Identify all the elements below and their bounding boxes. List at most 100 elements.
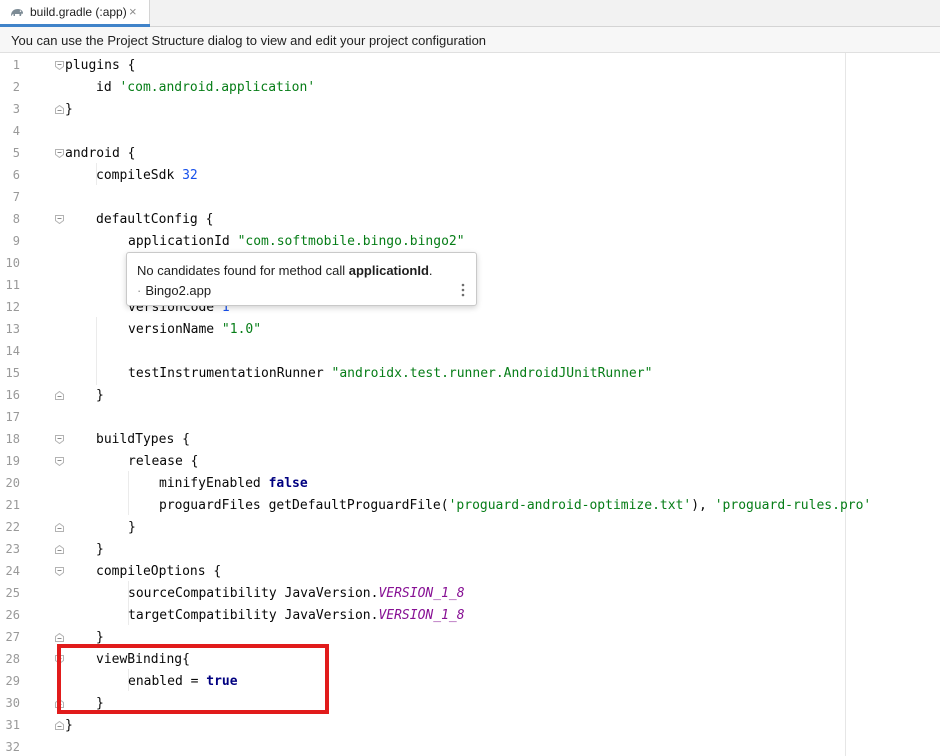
close-icon[interactable]: ×: [129, 4, 137, 20]
fold-end-icon[interactable]: [55, 523, 64, 532]
code-text[interactable]: }: [96, 387, 104, 404]
line-number[interactable]: 4: [0, 124, 20, 138]
tooltip-location[interactable]: · Bingo2.app: [137, 283, 211, 298]
code-line[interactable]: 2 id 'com.android.application': [0, 77, 940, 99]
code-line[interactable]: 7: [0, 187, 940, 209]
code-text[interactable]: minifyEnabled false: [159, 475, 308, 492]
code-text[interactable]: plugins {: [65, 57, 135, 74]
fold-open-icon[interactable]: [55, 61, 64, 70]
code-line[interactable]: 5 android {: [0, 143, 940, 165]
code-line[interactable]: 23}: [0, 539, 940, 561]
line-number[interactable]: 21: [0, 498, 20, 512]
line-number[interactable]: 2: [0, 80, 20, 94]
line-number[interactable]: 11: [0, 278, 20, 292]
fold-open-icon[interactable]: [55, 457, 64, 466]
line-number[interactable]: 9: [0, 234, 20, 248]
fold-open-icon[interactable]: [55, 215, 64, 224]
code-text[interactable]: id 'com.android.application': [96, 79, 315, 96]
code-line[interactable]: 18 buildTypes {: [0, 429, 940, 451]
code-line[interactable]: 20 minifyEnabled false: [0, 473, 940, 495]
code-line[interactable]: 15 testInstrumentationRunner "androidx.te…: [0, 363, 940, 385]
code-line[interactable]: 21 proguardFiles getDefaultProguardFile('…: [0, 495, 940, 517]
code-text[interactable]: versionName "1.0": [128, 321, 261, 338]
line-number[interactable]: 22: [0, 520, 20, 534]
code-text[interactable]: }: [96, 541, 104, 558]
code-line[interactable]: 24 compileOptions {: [0, 561, 940, 583]
line-number[interactable]: 1: [0, 58, 20, 72]
code-text[interactable]: targetCompatibility JavaVersion.VERSION_…: [128, 607, 465, 624]
fold-end-icon[interactable]: [55, 633, 64, 642]
line-number[interactable]: 7: [0, 190, 20, 204]
fold-end-icon[interactable]: [55, 545, 64, 554]
token-str: "androidx.test.runner.AndroidJUnitRunner…: [331, 366, 653, 381]
line-number[interactable]: 12: [0, 300, 20, 314]
line-number[interactable]: 19: [0, 454, 20, 468]
fold-open-icon[interactable]: [55, 435, 64, 444]
code-text[interactable]: applicationId "com.softmobile.bingo.bing…: [128, 233, 465, 250]
code-line[interactable]: 1 plugins {: [0, 55, 940, 77]
fold-open-icon[interactable]: [55, 149, 64, 158]
line-number[interactable]: 20: [0, 476, 20, 490]
code-line[interactable]: 26 targetCompatibility JavaVersion.VERSIO…: [0, 605, 940, 627]
token: }: [96, 388, 104, 403]
tab-build-gradle-app[interactable]: build.gradle (:app) ×: [0, 0, 150, 27]
error-tooltip: No candidates found for method call appl…: [126, 252, 477, 306]
line-number[interactable]: 18: [0, 432, 20, 446]
code-text[interactable]: }: [128, 519, 136, 536]
code-line[interactable]: 32: [0, 737, 940, 756]
line-number[interactable]: 17: [0, 410, 20, 424]
code-text[interactable]: buildTypes {: [96, 431, 190, 448]
code-text[interactable]: compileOptions {: [96, 563, 221, 580]
code-line[interactable]: 9 applicationId "com.softmobile.bingo.bin…: [0, 231, 940, 253]
code-text[interactable]: proguardFiles getDefaultProguardFile('pr…: [159, 497, 871, 514]
line-number[interactable]: 26: [0, 608, 20, 622]
fold-end-icon[interactable]: [55, 105, 64, 114]
line-number[interactable]: 14: [0, 344, 20, 358]
code-text[interactable]: }: [65, 101, 73, 118]
fold-end-icon[interactable]: [55, 391, 64, 400]
fold-open-icon[interactable]: [55, 567, 64, 576]
more-vertical-icon[interactable]: [460, 283, 466, 297]
line-number[interactable]: 30: [0, 696, 20, 710]
code-text[interactable]: sourceCompatibility JavaVersion.VERSION_…: [128, 585, 465, 602]
line-number[interactable]: 15: [0, 366, 20, 380]
code-text[interactable]: compileSdk 32: [96, 167, 198, 184]
code-line[interactable]: 19 release {: [0, 451, 940, 473]
line-number[interactable]: 31: [0, 718, 20, 732]
token: }: [65, 718, 73, 733]
line-number[interactable]: 25: [0, 586, 20, 600]
code-line[interactable]: 13 versionName "1.0": [0, 319, 940, 341]
code-text[interactable]: testInstrumentationRunner "androidx.test…: [128, 365, 652, 382]
fold-end-icon[interactable]: [55, 721, 64, 730]
code-line[interactable]: 22}: [0, 517, 940, 539]
line-number[interactable]: 16: [0, 388, 20, 402]
line-number[interactable]: 27: [0, 630, 20, 644]
line-number[interactable]: 29: [0, 674, 20, 688]
token: compileSdk: [96, 168, 183, 183]
code-text[interactable]: }: [65, 717, 73, 734]
code-line[interactable]: 3}: [0, 99, 940, 121]
code-text[interactable]: defaultConfig {: [96, 211, 213, 228]
line-number[interactable]: 8: [0, 212, 20, 226]
code-line[interactable]: 17: [0, 407, 940, 429]
code-line[interactable]: 14: [0, 341, 940, 363]
code-line[interactable]: 6 compileSdk 32: [0, 165, 940, 187]
line-number[interactable]: 28: [0, 652, 20, 666]
line-number[interactable]: 3: [0, 102, 20, 116]
line-number[interactable]: 6: [0, 168, 20, 182]
line-number[interactable]: 5: [0, 146, 20, 160]
code-line[interactable]: 31}: [0, 715, 940, 737]
line-number[interactable]: 24: [0, 564, 20, 578]
code-line[interactable]: 16}: [0, 385, 940, 407]
line-number[interactable]: 23: [0, 542, 20, 556]
code-line[interactable]: 25 sourceCompatibility JavaVersion.VERSIO…: [0, 583, 940, 605]
line-number[interactable]: 10: [0, 256, 20, 270]
code-line[interactable]: 4: [0, 121, 940, 143]
code-line[interactable]: 8 defaultConfig {: [0, 209, 940, 231]
line-number[interactable]: 13: [0, 322, 20, 336]
code-text[interactable]: release {: [128, 453, 198, 470]
token-str: "com.softmobile.bingo.bingo2": [237, 234, 465, 249]
line-number[interactable]: 32: [0, 740, 20, 754]
token: applicationId: [128, 234, 238, 249]
code-text[interactable]: android {: [65, 145, 135, 162]
